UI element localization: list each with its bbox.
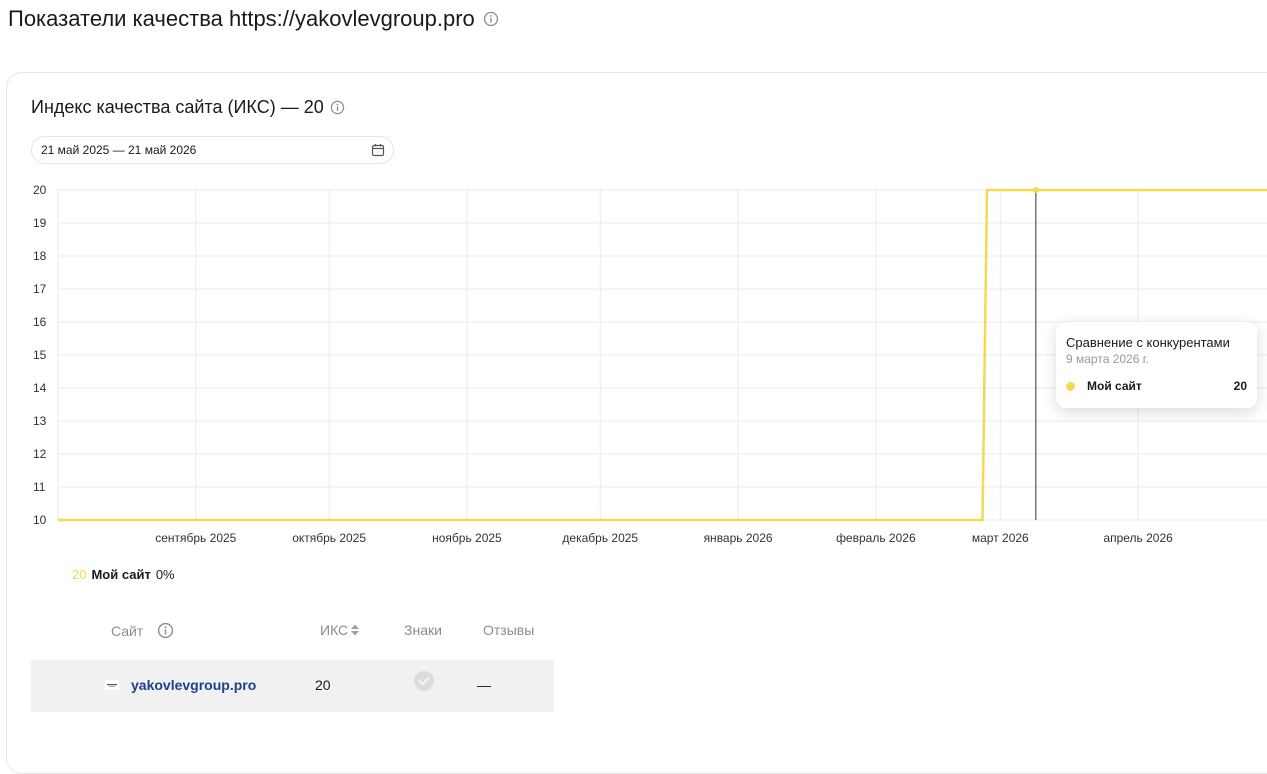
y-tick-label: 14 [33,381,47,395]
table-header: Сайт ИКС Знаки Отзывы [0,622,560,640]
x-tick-label: декабрь 2025 [562,531,638,545]
chart-legend[interactable]: 20 Мой сайт 0% [72,567,175,582]
x-tick-label: ноябрь 2025 [432,531,502,545]
y-tick-label: 11 [33,480,46,494]
check-badge-icon [414,671,434,691]
legend-value: 20 [72,567,87,582]
column-header-iks[interactable]: ИКС [320,622,360,638]
info-icon[interactable] [157,622,174,639]
y-tick-label: 16 [33,315,47,329]
hover-point [1032,187,1039,193]
column-header-reviews: Отзывы [483,622,534,638]
x-tick-label: март 2026 [972,531,1029,545]
sort-icon [351,624,360,636]
column-header-site-label: Сайт [111,622,144,639]
iks-value: 20 [315,677,331,693]
tooltip-title: Сравнение с конкурентами [1066,335,1230,350]
x-tick-label: январь 2026 [704,531,773,545]
tooltip-series-row: Мой сайт 20 [1066,379,1247,393]
tooltip-series-value: 20 [1233,379,1247,393]
tooltip-date: 9 марта 2026 г. [1066,352,1149,366]
column-header-signs-label: Знаки [404,622,442,638]
y-tick-label: 13 [33,414,47,428]
x-tick-label: февраль 2026 [836,531,916,545]
x-tick-label: апрель 2026 [1103,531,1173,545]
y-tick-label: 20 [33,183,47,197]
signs-cell [413,670,435,692]
chart-tooltip: Сравнение с конкурентами 9 марта 2026 г.… [1056,322,1257,408]
reviews-value: — [477,677,491,693]
column-header-iks-label: ИКС [320,622,349,638]
y-tick-label: 18 [33,249,47,263]
iks-chart: 20 19 18 17 16 15 14 13 12 11 10 сентябрь 2025 октяб… [33,183,1267,545]
y-tick-label: 10 [33,513,47,527]
site-link[interactable]: yakovlevgroup.pro [131,677,256,693]
column-header-reviews-label: Отзывы [483,622,535,638]
y-tick-label: 17 [33,282,47,296]
site-favicon-icon [105,680,119,690]
site-cell: yakovlevgroup.pro [105,677,256,693]
legend-series-name: Мой сайт [91,567,151,582]
legend-percent: 0% [155,567,175,582]
tooltip-series-name: Мой сайт [1087,379,1142,393]
y-tick-label: 15 [33,348,47,362]
column-header-site: Сайт [111,622,174,639]
table-row: yakovlevgroup.pro 20 — [31,660,554,712]
series-dot [1066,381,1075,391]
column-header-signs: Знаки [404,622,442,638]
y-tick-label: 12 [33,447,47,461]
y-tick-label: 19 [33,216,47,230]
x-tick-label: сентябрь 2025 [155,531,236,545]
x-tick-label: октябрь 2025 [292,531,366,545]
